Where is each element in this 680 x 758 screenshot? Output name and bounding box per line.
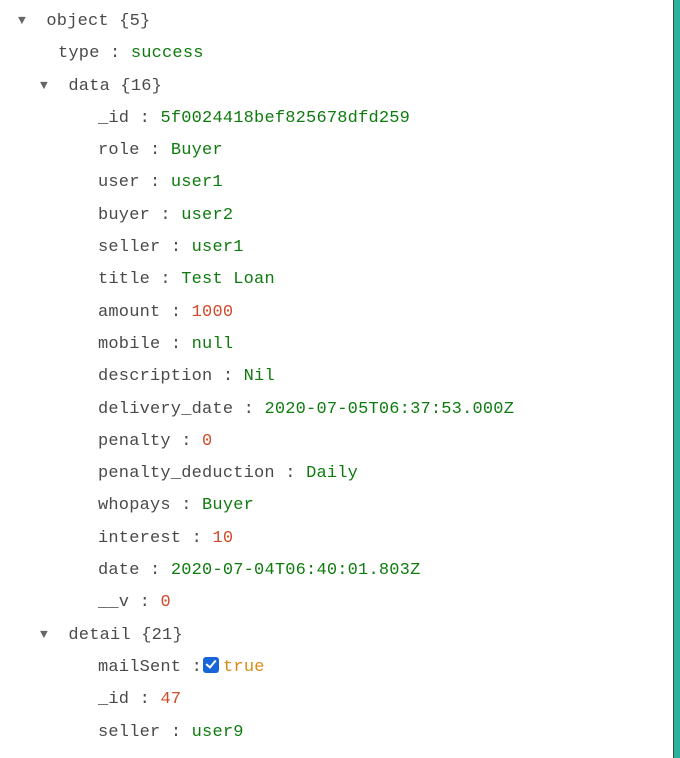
key: detail <box>68 626 130 645</box>
value: 5f0024418bef825678dfd259 <box>160 109 410 128</box>
key: _id <box>98 109 129 128</box>
key: amount <box>98 303 160 322</box>
key: penalty <box>98 432 171 451</box>
value: user2 <box>181 206 233 225</box>
key: mobile <box>98 335 160 354</box>
key: type <box>58 44 100 63</box>
tree-row[interactable]: description : Nil <box>0 361 680 393</box>
key: seller <box>98 238 160 257</box>
value: 47 <box>160 690 181 709</box>
colon: : <box>129 690 160 709</box>
node-count: {21} <box>141 626 183 645</box>
key: role <box>98 141 140 160</box>
chevron-down-icon[interactable]: ▼ <box>40 623 54 648</box>
tree-row[interactable]: whopays : Buyer <box>0 490 680 522</box>
tree-row[interactable]: _id : 5f0024418bef825678dfd259 <box>0 103 680 135</box>
key: seller <box>98 723 160 742</box>
key: mailSent <box>98 658 181 677</box>
tree-row[interactable]: buyer : user2 <box>0 200 680 232</box>
tree-row[interactable]: role : Buyer <box>0 135 680 167</box>
value: Test Loan <box>181 270 275 289</box>
tree-row[interactable]: delivery_date : 2020-07-05T06:37:53.000Z <box>0 394 680 426</box>
tree-row[interactable]: __v : 0 <box>0 587 680 619</box>
node-count: {16} <box>120 77 162 96</box>
chevron-down-icon[interactable]: ▼ <box>18 9 32 34</box>
key: user <box>98 173 140 192</box>
colon: : <box>150 206 181 225</box>
value: 1000 <box>192 303 234 322</box>
colon: : <box>160 335 191 354</box>
colon: : <box>160 303 191 322</box>
colon: : <box>150 270 181 289</box>
tree-row[interactable]: type : success <box>0 38 680 70</box>
node-label: object <box>46 12 108 31</box>
tree-row[interactable]: amount : 1000 <box>0 297 680 329</box>
colon: : <box>100 44 131 63</box>
key: delivery_date <box>98 400 233 419</box>
tree-row[interactable]: seller : user9 <box>0 717 680 749</box>
checkbox-checked-icon[interactable] <box>203 657 219 673</box>
json-viewer: ▼ object {5} type : success ▼ data {16} … <box>0 0 680 758</box>
tree-row[interactable]: _id : 47 <box>0 684 680 716</box>
value: true <box>223 658 265 677</box>
node-count: {5} <box>119 12 150 31</box>
value: 0 <box>202 432 212 451</box>
tree-row[interactable]: mobile : null <box>0 329 680 361</box>
key: description <box>98 367 212 386</box>
value: user1 <box>171 173 223 192</box>
value: 2020-07-05T06:37:53.000Z <box>264 400 514 419</box>
colon: : <box>140 561 171 580</box>
tree-row[interactable]: user : user1 <box>0 167 680 199</box>
colon: : <box>160 238 191 257</box>
key: data <box>68 77 110 96</box>
tree-row[interactable]: penalty_deduction : Daily <box>0 458 680 490</box>
tree-content: ▼ object {5} type : success ▼ data {16} … <box>0 0 680 749</box>
value: Buyer <box>171 141 223 160</box>
key: date <box>98 561 140 580</box>
colon: : <box>212 367 243 386</box>
value: 0 <box>160 593 170 612</box>
colon: : <box>233 400 264 419</box>
tree-row[interactable]: ▼ data {16} <box>0 71 680 103</box>
colon: : <box>171 496 202 515</box>
colon: : <box>129 593 160 612</box>
colon: : <box>140 141 171 160</box>
value: success <box>131 44 204 63</box>
colon: : <box>171 432 202 451</box>
tree-row[interactable]: date : 2020-07-04T06:40:01.803Z <box>0 555 680 587</box>
colon: : <box>181 529 212 548</box>
value: Buyer <box>202 496 254 515</box>
tree-row[interactable]: mailSent : true <box>0 652 680 684</box>
value: null <box>192 335 234 354</box>
tree-row[interactable]: seller : user1 <box>0 232 680 264</box>
key: _id <box>98 690 129 709</box>
value: Nil <box>244 367 275 386</box>
colon: : <box>129 109 160 128</box>
colon: : <box>140 173 171 192</box>
key: whopays <box>98 496 171 515</box>
value: Daily <box>306 464 358 483</box>
scrollbar[interactable] <box>674 0 680 758</box>
value: user9 <box>192 723 244 742</box>
key: interest <box>98 529 181 548</box>
value: user1 <box>192 238 244 257</box>
chevron-down-icon[interactable]: ▼ <box>40 74 54 99</box>
key: buyer <box>98 206 150 225</box>
key: __v <box>98 593 129 612</box>
tree-row[interactable]: penalty : 0 <box>0 426 680 458</box>
key: title <box>98 270 150 289</box>
colon: : <box>160 723 191 742</box>
key: penalty_deduction <box>98 464 275 483</box>
colon: : <box>181 658 202 677</box>
value: 2020-07-04T06:40:01.803Z <box>171 561 421 580</box>
tree-row[interactable]: ▼ object {5} <box>0 6 680 38</box>
tree-row[interactable]: title : Test Loan <box>0 264 680 296</box>
value: 10 <box>212 529 233 548</box>
colon: : <box>275 464 306 483</box>
tree-row[interactable]: interest : 10 <box>0 523 680 555</box>
tree-row[interactable]: ▼ detail {21} <box>0 620 680 652</box>
